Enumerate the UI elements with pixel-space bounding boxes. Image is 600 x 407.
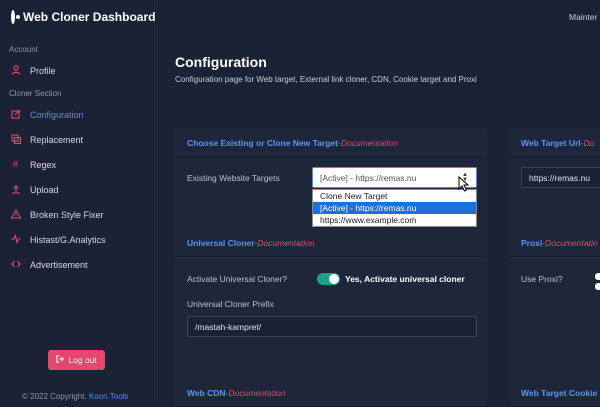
documentation-link[interactable]: Do	[584, 138, 595, 148]
documentation-link[interactable]: Documentation	[228, 388, 285, 398]
sidebar-item-label: Configuration	[30, 109, 84, 120]
sidebar-item-replacement[interactable]: Replacement	[0, 127, 154, 152]
existing-targets-dropdown: Clone New Target [Active] - https://rema…	[312, 189, 477, 227]
universal-prefix-label: Universal Cloner Prefix	[187, 299, 274, 309]
aperture-icon	[11, 10, 20, 24]
existing-targets-label: Existing Website Targets	[187, 173, 280, 183]
card-header: Proxi - Documentatio	[509, 229, 600, 257]
app-title: Web Cloner Dashboard	[23, 10, 156, 24]
logout-label: Log out	[68, 355, 97, 365]
topbar: Mainter	[155, 0, 600, 34]
sidebar: Web Cloner Dashboard Account Profile Clo…	[0, 0, 155, 407]
activate-universal-label: Activate Universal Cloner?	[187, 274, 288, 284]
sidebar-item-advertisement[interactable]: Advertisement	[0, 252, 154, 277]
card-proxi: Proxi - Documentatio Use Proxi?	[509, 229, 600, 379]
section-label-account: Account	[9, 45, 38, 54]
edit-icon	[10, 109, 21, 121]
dropdown-option[interactable]: https://www.example.com	[313, 214, 476, 226]
sidebar-item-upload[interactable]: Upload	[0, 177, 154, 202]
copyright: © 2022 Copyright. Koon.Tools	[22, 392, 128, 401]
sidebar-item-label: Profile	[30, 65, 56, 76]
sidebar-item-configuration[interactable]: Configuration	[0, 102, 154, 127]
user-icon	[10, 64, 21, 77]
web-target-url-input[interactable]: https://remas.nu	[521, 167, 600, 188]
warning-icon	[10, 208, 21, 221]
upload-icon	[10, 184, 21, 196]
card-header: Web Target Url - Do	[509, 129, 600, 157]
topbar-user-menu[interactable]: Mainter	[569, 12, 597, 22]
section-label-cloner: Cloner Section	[9, 89, 62, 98]
sidebar-item-regex[interactable]: # Regex	[0, 152, 154, 177]
card-header: Web Target Cookie	[509, 379, 600, 407]
copyright-link[interactable]: Koon.Tools	[89, 392, 129, 401]
universal-prefix-input[interactable]: /mastah-kampret/	[187, 316, 477, 337]
sidebar-item-label: Advertisement	[30, 259, 88, 270]
logout-button[interactable]: Log out	[48, 350, 105, 370]
documentation-link[interactable]: Documentation	[341, 138, 398, 148]
universal-cloner-toggle[interactable]	[317, 273, 340, 285]
sidebar-item-label: Regex	[30, 159, 57, 170]
sidebar-item-profile[interactable]: Profile	[0, 58, 154, 83]
dropdown-option[interactable]: Clone New Target	[313, 190, 476, 202]
documentation-link[interactable]: Documentation	[257, 238, 314, 248]
copyright-text: © 2022 Copyright.	[22, 392, 87, 401]
card-title: Web Target Cookie	[521, 387, 598, 398]
activity-icon	[10, 233, 21, 246]
sidebar-item-analytics[interactable]: Histast/G.Analytics	[0, 227, 154, 252]
dropdown-option-selected[interactable]: [Active] - https://remas.nu	[313, 202, 476, 214]
page-subtitle: Configuration page for Web target, Exter…	[175, 75, 477, 84]
hash-icon: #	[12, 159, 18, 169]
card-header: Choose Existing or Clone New Target - Do…	[175, 129, 487, 157]
logout-icon	[56, 355, 65, 365]
sidebar-item-broken-style-fixer[interactable]: Broken Style Fixer	[0, 202, 154, 227]
card-web-cdn: Web CDN - Documentation	[175, 379, 487, 407]
sidebar-item-label: Broken Style Fixer	[30, 209, 104, 220]
card-title: Web CDN	[187, 387, 226, 398]
sidebar-item-label: Replacement	[30, 134, 84, 145]
copy-icon	[10, 133, 21, 146]
sidebar-item-label: Histast/G.Analytics	[30, 234, 106, 245]
documentation-link[interactable]: Documentatio	[545, 238, 597, 248]
card-universal-cloner: Universal Cloner - Documentation Activat…	[175, 229, 487, 379]
universal-cloner-toggle-label: Yes, Activate universal cloner	[345, 274, 465, 284]
proxi-toggle-edge[interactable]	[595, 273, 600, 280]
brand[interactable]: Web Cloner Dashboard	[0, 0, 156, 34]
card-header: Universal Cloner - Documentation	[175, 229, 487, 257]
proxi-option-edge[interactable]	[595, 283, 600, 290]
card-title: Choose Existing or Clone New Target	[187, 137, 338, 148]
page-title: Configuration	[175, 54, 267, 70]
main-content: Configuration Configuration page for Web…	[155, 34, 600, 407]
card-title: Web Target Url	[521, 137, 581, 148]
card-web-target-url: Web Target Url - Do https://remas.nu	[509, 129, 600, 229]
sidebar-item-label: Upload	[30, 184, 59, 195]
card-header: Web CDN - Documentation	[175, 379, 487, 407]
existing-targets-select[interactable]: [Active] - https://remas.nu ▲ ▼	[312, 167, 477, 188]
card-title: Universal Cloner	[187, 237, 255, 248]
card-title: Proxi	[521, 237, 543, 248]
use-proxi-label: Use Proxi?	[521, 274, 563, 284]
code-icon	[10, 259, 21, 271]
toggle-knob	[329, 274, 339, 284]
card-web-target-cookie: Web Target Cookie	[509, 379, 600, 407]
select-value: [Active] - https://remas.nu	[320, 172, 417, 183]
